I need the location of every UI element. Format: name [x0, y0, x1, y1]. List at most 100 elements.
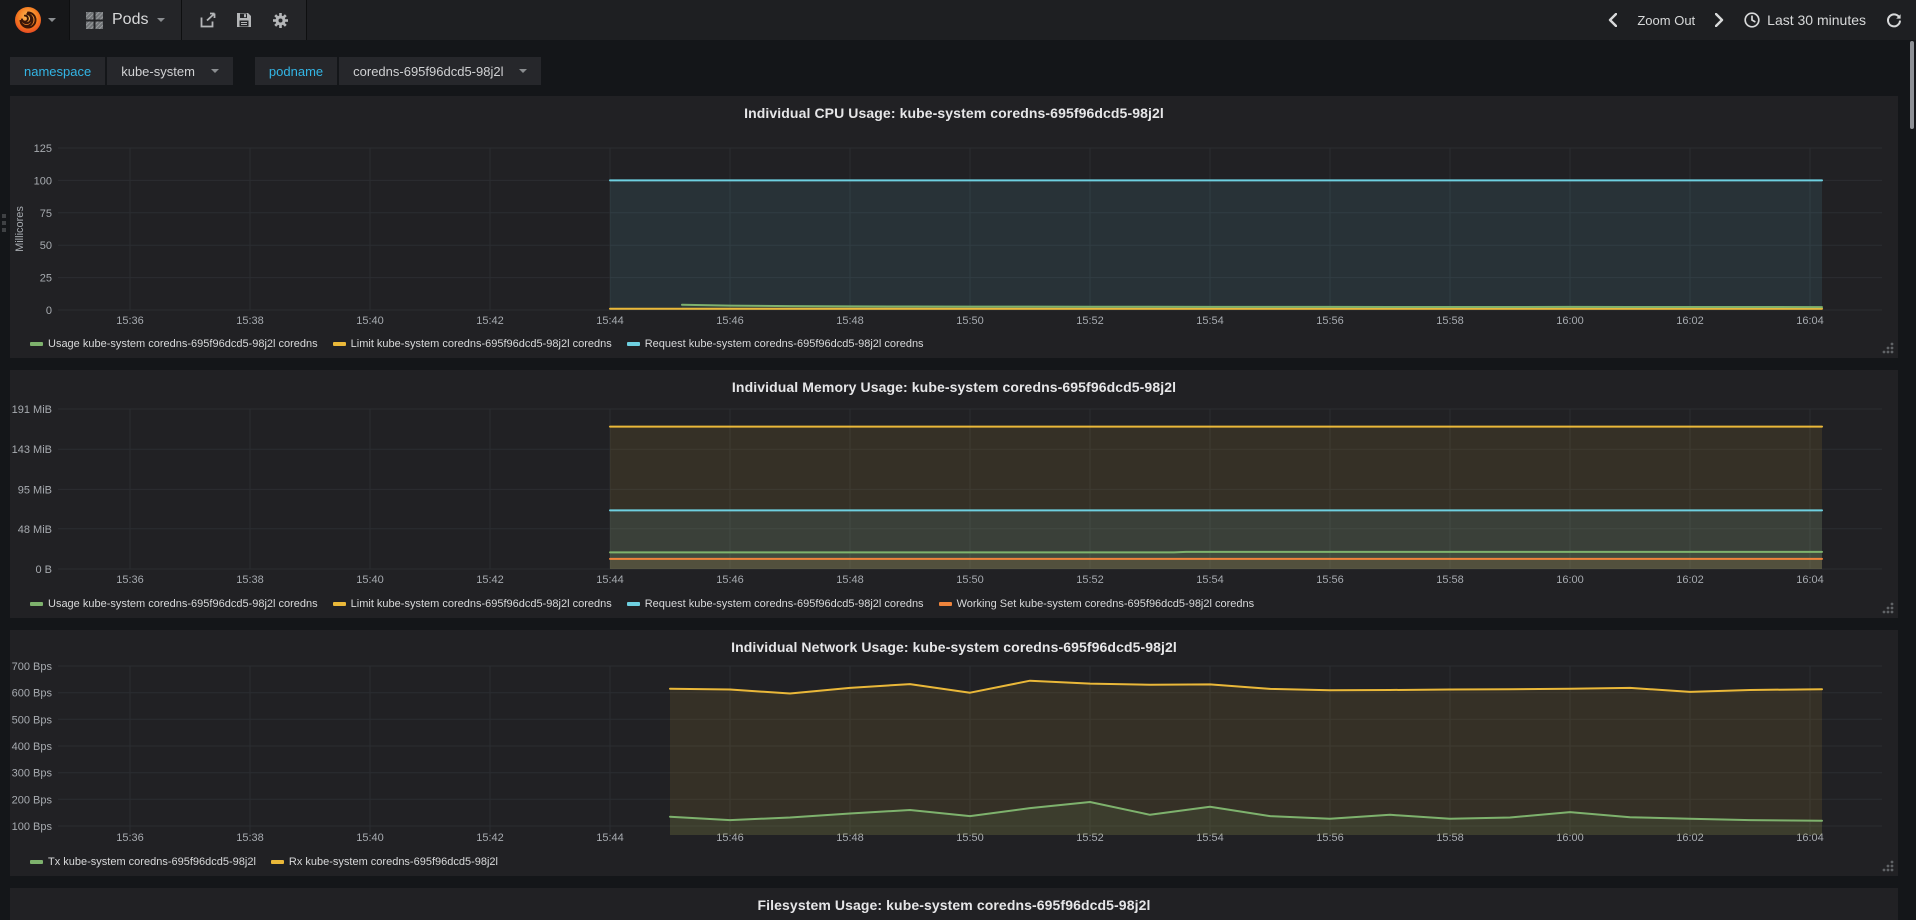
legend-item[interactable]: Limit kube-system coredns-695f96dcd5-98j… [332, 598, 612, 610]
legend-item[interactable]: Usage kube-system coredns-695f96dcd5-98j… [30, 338, 318, 350]
panel-title-filesystem[interactable]: Filesystem Usage: kube-system coredns-69… [10, 893, 1898, 919]
legend-color-icon [332, 342, 346, 346]
svg-text:15:58: 15:58 [1436, 574, 1464, 586]
svg-text:15:46: 15:46 [716, 574, 744, 586]
memory-legend: Usage kube-system coredns-695f96dcd5-98j… [10, 595, 1898, 618]
svg-text:15:44: 15:44 [596, 315, 624, 327]
legend-item[interactable]: Limit kube-system coredns-695f96dcd5-98j… [332, 338, 612, 350]
time-forward-button[interactable] [1707, 0, 1732, 40]
svg-text:15:54: 15:54 [1196, 315, 1224, 327]
clock-icon [1744, 12, 1760, 28]
legend-item[interactable]: Tx kube-system coredns-695f96dcd5-98j2l [30, 856, 256, 868]
legend-item[interactable]: Request kube-system coredns-695f96dcd5-9… [626, 598, 924, 610]
navbar: Pods Zoom Out Last 30 minutes [0, 0, 1916, 40]
chevron-down-icon [157, 18, 166, 22]
legend-item[interactable]: Request kube-system coredns-695f96dcd5-9… [626, 338, 924, 350]
legend-color-icon [938, 602, 952, 606]
time-range-button[interactable]: Last 30 minutes [1736, 0, 1874, 40]
dashboard-picker[interactable]: Pods [70, 0, 183, 40]
time-back-button[interactable] [1600, 0, 1625, 40]
network-chart[interactable]: 15:36 15:38 15:40 15:42 15:44 15:46 15:48 15:50… [10, 661, 1898, 853]
svg-text:0: 0 [46, 305, 52, 317]
legend-color-icon [270, 860, 284, 864]
scrollbar-thumb[interactable] [1910, 41, 1914, 129]
dashboard: Individual CPU Usage: kube-system coredn… [0, 96, 1916, 920]
svg-text:15:38: 15:38 [236, 832, 264, 844]
grafana-logo [14, 6, 42, 34]
network-legend: Tx kube-system coredns-695f96dcd5-98j2l R… [10, 853, 1898, 876]
refresh-button[interactable] [1878, 0, 1902, 40]
row-drag-handle[interactable] [1, 214, 9, 235]
svg-text:500 Bps: 500 Bps [12, 714, 53, 726]
panel-network: Individual Network Usage: kube-system co… [10, 630, 1898, 876]
chevron-down-icon [210, 69, 219, 73]
svg-text:15:58: 15:58 [1436, 315, 1464, 327]
legend-label: Usage kube-system coredns-695f96dcd5-98j… [48, 598, 318, 610]
legend-label: Working Set kube-system coredns-695f96dc… [956, 598, 1255, 610]
panel-title-network[interactable]: Individual Network Usage: kube-system co… [10, 635, 1898, 661]
scrollbar [1908, 40, 1916, 920]
panel-resize-handle[interactable] [1881, 859, 1895, 873]
svg-text:15:50: 15:50 [956, 315, 984, 327]
variable-value-namespace[interactable]: kube-system [107, 57, 233, 85]
variable-label-namespace: namespace [10, 57, 106, 85]
svg-text:15:44: 15:44 [596, 832, 624, 844]
panel-resize-handle[interactable] [1881, 341, 1895, 355]
svg-text:15:54: 15:54 [1196, 574, 1224, 586]
svg-text:15:46: 15:46 [716, 315, 744, 327]
svg-text:125: 125 [34, 143, 52, 155]
svg-text:15:36: 15:36 [116, 574, 144, 586]
chevron-right-icon [1715, 13, 1724, 27]
variable-value-text: kube-system [121, 63, 195, 79]
settings-button[interactable] [262, 0, 298, 40]
legend-color-icon [626, 602, 640, 606]
memory-chart[interactable]: 15:36 15:38 15:40 15:42 15:44 15:46 15:48 15:50… [10, 401, 1898, 595]
svg-text:15:42: 15:42 [476, 574, 504, 586]
cpu-legend: Usage kube-system coredns-695f96dcd5-98j… [10, 335, 1898, 358]
svg-text:15:52: 15:52 [1076, 315, 1104, 327]
legend-color-icon [30, 860, 43, 864]
time-controls: Zoom Out Last 30 minutes [1600, 0, 1916, 40]
panel-filesystem: Filesystem Usage: kube-system coredns-69… [10, 888, 1898, 920]
svg-text:600 Bps: 600 Bps [12, 688, 53, 700]
legend-color-icon [30, 602, 43, 606]
panel-title-memory[interactable]: Individual Memory Usage: kube-system cor… [10, 375, 1898, 401]
dashboard-title: Pods [112, 11, 149, 28]
svg-text:15:56: 15:56 [1316, 315, 1344, 327]
svg-text:15:42: 15:42 [476, 832, 504, 844]
svg-text:15:48: 15:48 [836, 574, 864, 586]
legend-label: Limit kube-system coredns-695f96dcd5-98j… [350, 598, 612, 610]
navbar-actions [182, 0, 308, 40]
grafana-logo-button[interactable] [0, 0, 70, 40]
zoom-out-button[interactable]: Zoom Out [1629, 0, 1703, 40]
cpu-chart[interactable]: 15:36 15:38 15:40 15:42 15:44 15:46 15:48 15:50… [10, 127, 1898, 335]
svg-text:191 MiB: 191 MiB [12, 404, 52, 416]
svg-text:16:04: 16:04 [1796, 574, 1824, 586]
variable-value-podname[interactable]: coredns-695f96dcd5-98j2l [339, 57, 542, 85]
panel-resize-handle[interactable] [1881, 601, 1895, 615]
legend-label: Limit kube-system coredns-695f96dcd5-98j… [350, 338, 612, 350]
svg-text:16:02: 16:02 [1676, 574, 1704, 586]
svg-text:Millicores: Millicores [14, 206, 26, 252]
legend-item[interactable]: Usage kube-system coredns-695f96dcd5-98j… [30, 598, 318, 610]
chevron-left-icon [1609, 13, 1618, 27]
gear-icon [272, 12, 288, 28]
legend-color-icon [332, 602, 346, 606]
chevron-down-icon [519, 69, 528, 73]
panel-title-cpu[interactable]: Individual CPU Usage: kube-system coredn… [10, 101, 1898, 127]
time-range-label: Last 30 minutes [1767, 12, 1866, 28]
grid-icon [86, 11, 103, 29]
legend-color-icon [626, 342, 640, 346]
svg-text:15:40: 15:40 [356, 315, 384, 327]
svg-text:15:38: 15:38 [236, 315, 264, 327]
legend-item[interactable]: Working Set kube-system coredns-695f96dc… [938, 598, 1255, 610]
share-button[interactable] [190, 0, 226, 40]
legend-color-icon [30, 342, 43, 346]
svg-text:48 MiB: 48 MiB [18, 524, 52, 536]
legend-item[interactable]: Rx kube-system coredns-695f96dcd5-98j2l [270, 856, 498, 868]
svg-text:400 Bps: 400 Bps [12, 741, 53, 753]
svg-text:143 MiB: 143 MiB [12, 444, 52, 456]
svg-text:75: 75 [40, 208, 52, 220]
save-button[interactable] [226, 0, 262, 40]
svg-text:100: 100 [34, 175, 52, 187]
